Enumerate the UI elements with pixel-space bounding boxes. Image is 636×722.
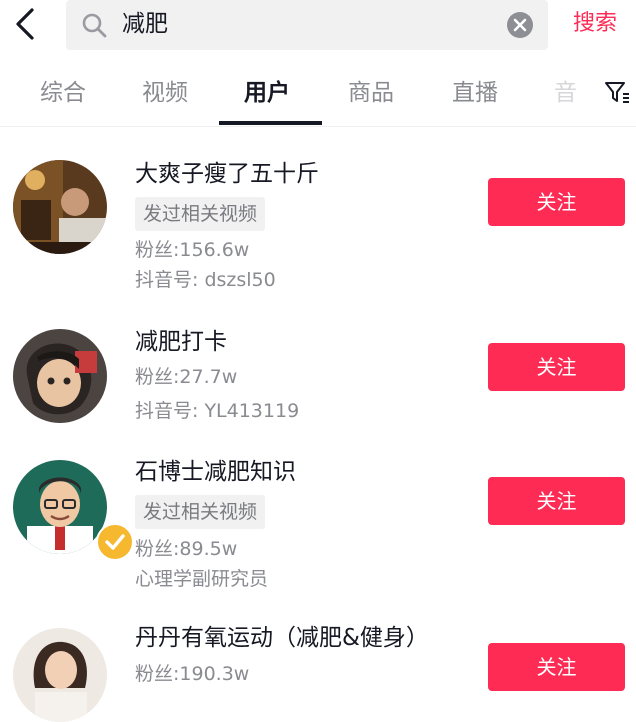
- avatar[interactable]: [13, 460, 134, 561]
- user-name[interactable]: 丹丹有氧运动（减肥&健身）: [135, 622, 429, 654]
- filter-icon[interactable]: [604, 80, 630, 106]
- avatar[interactable]: [13, 160, 107, 254]
- tab-live[interactable]: 直播: [452, 76, 498, 110]
- clear-icon[interactable]: [506, 11, 534, 39]
- follower-count: 粉丝:27.7w: [135, 366, 238, 388]
- follower-count: 粉丝:190.3w: [135, 663, 250, 685]
- related-video-tag: 发过相关视频: [135, 495, 266, 529]
- user-name[interactable]: 大爽子瘦了五十斤: [135, 158, 319, 190]
- user-name[interactable]: 减肥打卡: [135, 326, 227, 358]
- follow-button[interactable]: 关注: [488, 477, 625, 525]
- verified-badge-icon: [96, 523, 134, 561]
- related-video-tag: 发过相关视频: [135, 197, 266, 231]
- search-icon: [80, 11, 108, 39]
- list-item[interactable]: 丹丹有氧运动（减肥&健身） 粉丝:190.3w 关注: [0, 612, 636, 722]
- avatar[interactable]: [13, 628, 107, 722]
- tab-comprehensive[interactable]: 综合: [40, 76, 86, 110]
- search-query-text: 减肥: [122, 11, 168, 37]
- tab-videos[interactable]: 视频: [142, 76, 188, 110]
- active-tab-indicator: [219, 121, 322, 125]
- back-arrow-icon[interactable]: [8, 4, 44, 44]
- douyin-id: 抖音号: YL413119: [135, 400, 300, 422]
- user-title: 心理学副研究员: [135, 568, 269, 590]
- follow-button[interactable]: 关注: [488, 343, 625, 391]
- user-name[interactable]: 石博士减肥知识: [135, 456, 296, 488]
- avatar[interactable]: [13, 329, 107, 423]
- top-search-bar: 减肥 搜索: [0, 0, 636, 52]
- follower-count: 粉丝:89.5w: [135, 538, 238, 560]
- search-button[interactable]: 搜索: [573, 9, 617, 39]
- list-item[interactable]: 大爽子瘦了五十斤 发过相关视频 粉丝:156.6w 抖音号: dszsl50 关…: [0, 150, 636, 300]
- douyin-id: 抖音号: dszsl50: [135, 269, 276, 291]
- tab-music[interactable]: 音: [554, 76, 577, 110]
- result-tabs: 综合 视频 用户 商品 直播 音: [0, 62, 636, 127]
- tab-users[interactable]: 用户: [244, 76, 290, 110]
- search-input[interactable]: 减肥: [66, 0, 548, 50]
- follow-button[interactable]: 关注: [488, 178, 625, 226]
- list-item[interactable]: 石博士减肥知识 发过相关视频 粉丝:89.5w 心理学副研究员 关注: [0, 452, 636, 600]
- tab-products[interactable]: 商品: [348, 76, 394, 110]
- list-item[interactable]: 减肥打卡 粉丝:27.7w 抖音号: YL413119 关注: [0, 318, 636, 440]
- follow-button[interactable]: 关注: [488, 643, 625, 691]
- follower-count: 粉丝:156.6w: [135, 239, 250, 261]
